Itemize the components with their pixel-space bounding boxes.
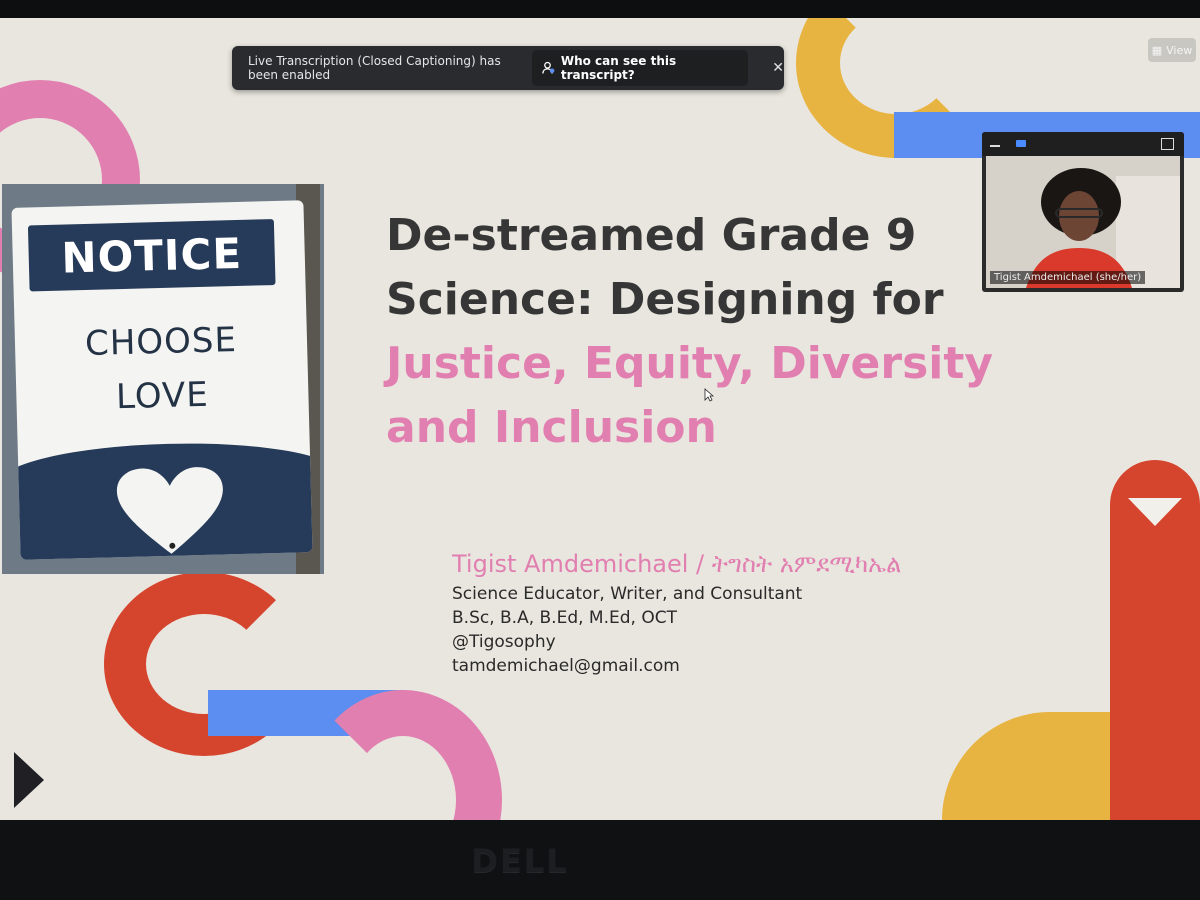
author-name: Tigist Amdemichael / ትግስት አምደሚካኤል: [452, 550, 902, 578]
notification-message: Live Transcription (Closed Captioning) h…: [248, 54, 501, 82]
sign-line-2: LOVE: [115, 374, 210, 418]
yellow-shape-bottom-right: [942, 712, 1110, 820]
play-triangle-right-icon: [1128, 498, 1182, 526]
screen: Live Transcription (Closed Captioning) h…: [0, 18, 1200, 820]
notice-sign-photo: NOTICE CHOOSE LOVE: [2, 184, 324, 574]
sign-header: NOTICE: [27, 219, 276, 292]
view-button[interactable]: ▦ View: [1148, 38, 1196, 62]
author-role: Science Educator, Writer, and Consultant: [452, 584, 803, 604]
video-toolbar: [982, 132, 1184, 156]
monitor-bezel: [0, 820, 1200, 900]
slide-title: De-streamed Grade 9 Science: Designing f…: [386, 204, 1036, 460]
video-feed: Tigist Amdemichael (she/her): [986, 156, 1180, 288]
title-line-1: De-streamed Grade 9: [386, 210, 917, 261]
expand-icon[interactable]: [1161, 138, 1174, 150]
participant-person-icon: [986, 156, 1180, 288]
title-line-4: and Inclusion: [386, 402, 717, 453]
participant-name: Tigist Amdemichael (she/her): [990, 271, 1146, 284]
monitor-brand-logo: DELL: [471, 842, 569, 880]
view-grid-icon: ▦: [1151, 43, 1163, 57]
who-can-see-transcript-button[interactable]: Who can see this transcript?: [532, 50, 749, 86]
view-label: View: [1166, 43, 1193, 57]
title-line-3: Justice, Equity, Diversity: [386, 338, 994, 389]
video-view-icon[interactable]: [1016, 140, 1026, 147]
author-degrees: B.Sc, B.A, B.Ed, M.Ed, OCT: [452, 608, 677, 628]
participant-video-tile[interactable]: Tigist Amdemichael (she/her): [982, 132, 1184, 292]
heart-icon: [116, 467, 223, 554]
author-email: tamdemichael@gmail.com: [452, 656, 680, 676]
author-handle: @Tigosophy: [452, 632, 556, 652]
who-can-see-label: Who can see this transcript?: [560, 54, 677, 82]
person-info-icon: [542, 61, 555, 74]
transcription-notification: Live Transcription (Closed Captioning) h…: [232, 46, 784, 90]
mouse-cursor-icon: [704, 388, 714, 402]
close-icon[interactable]: ✕: [772, 60, 784, 76]
title-line-2: Science: Designing for: [386, 274, 944, 325]
minimize-icon[interactable]: [990, 145, 1000, 147]
previous-slide-arrow-icon[interactable]: [14, 752, 44, 808]
sign-line-1: CHOOSE: [84, 320, 238, 364]
sign-board: NOTICE CHOOSE LOVE: [11, 200, 313, 560]
